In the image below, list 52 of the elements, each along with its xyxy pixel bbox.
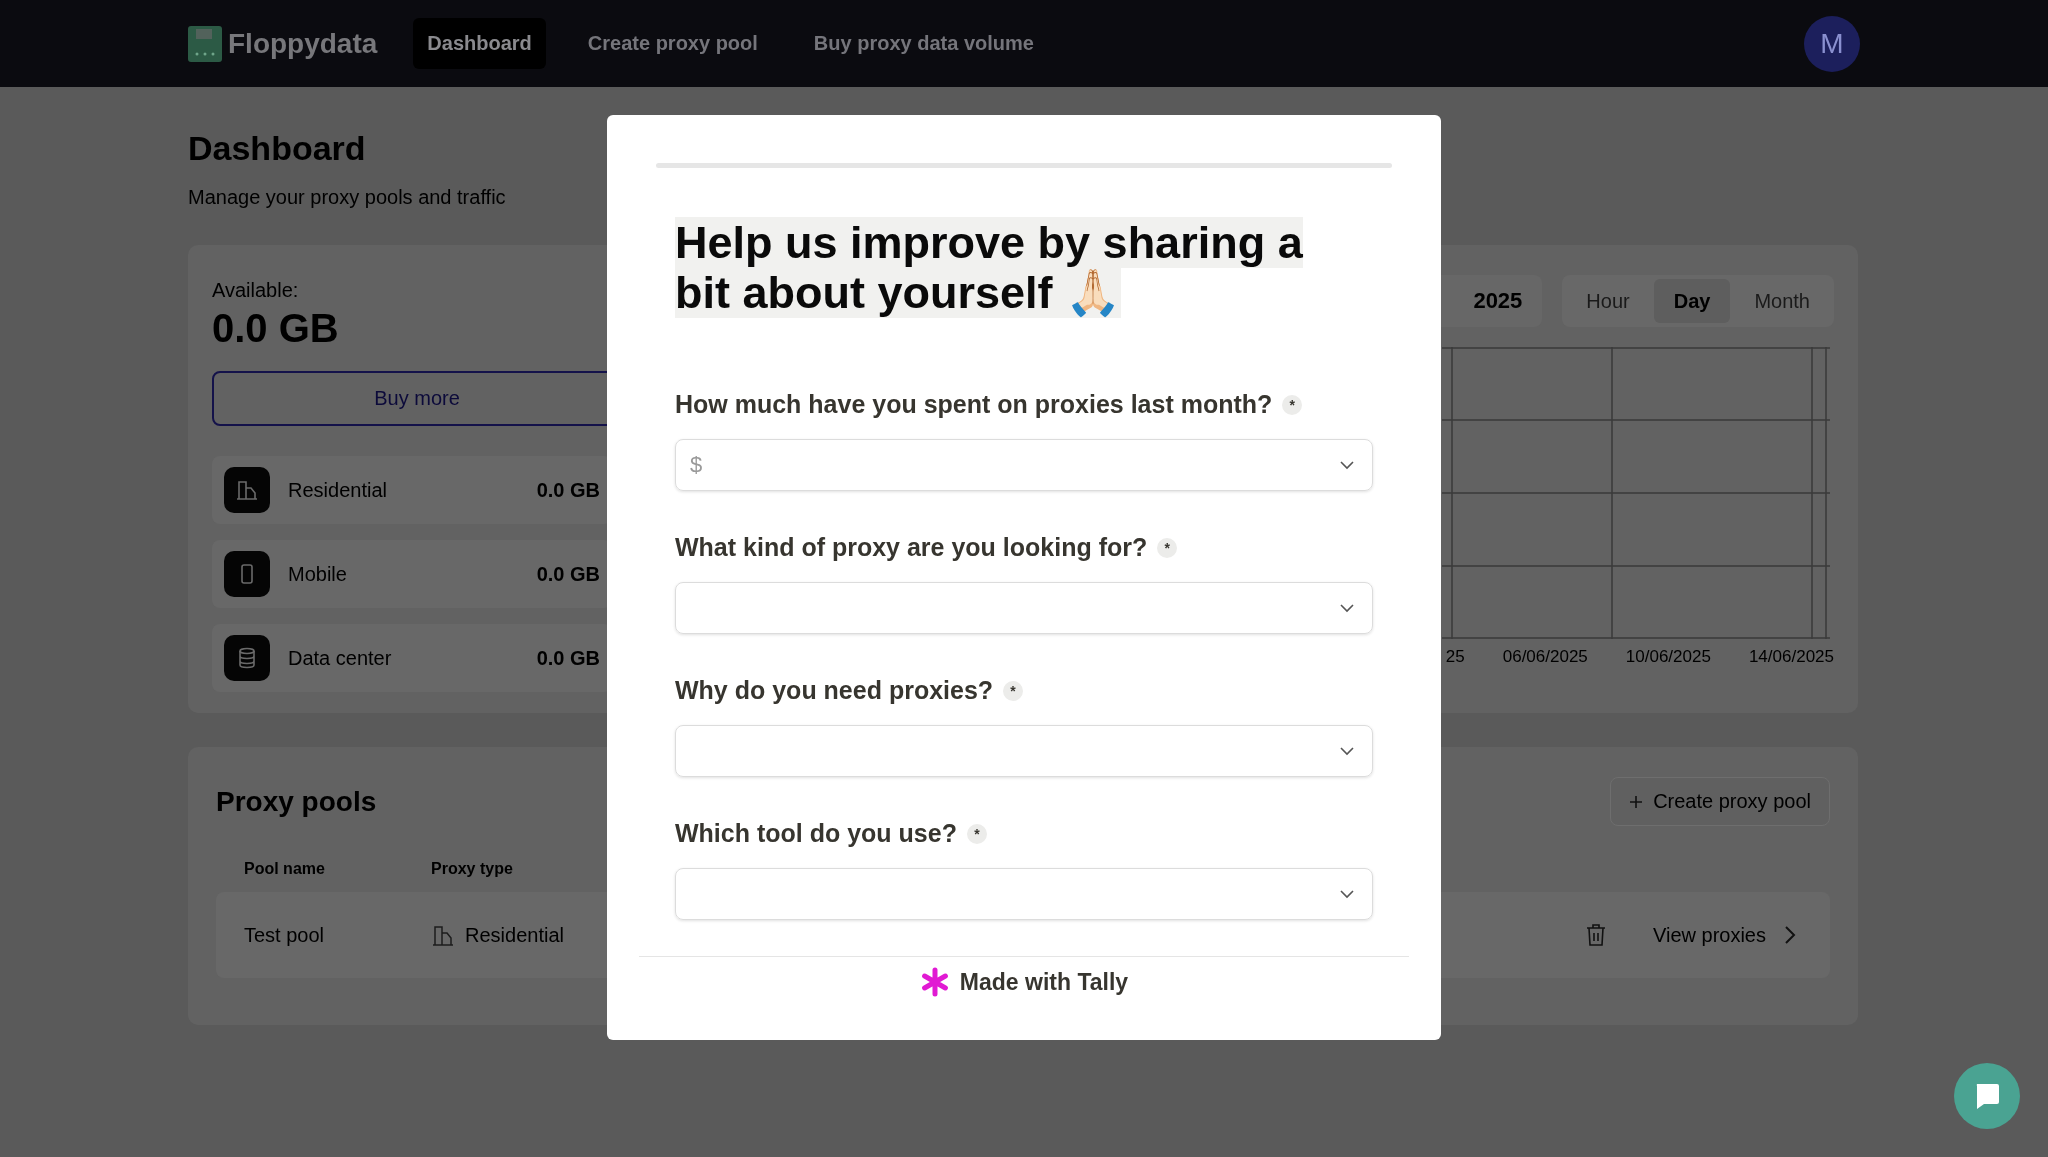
dropdown-field[interactable] bbox=[675, 582, 1373, 634]
required-marker: * bbox=[1282, 394, 1303, 415]
required-marker: * bbox=[1003, 680, 1024, 701]
chevron-down-icon bbox=[1340, 889, 1354, 899]
made-with-tally-link[interactable]: Made with Tally bbox=[959, 968, 1129, 996]
required-marker: * bbox=[1157, 537, 1178, 558]
axis-label: 14/06/2025 bbox=[1748, 647, 1834, 667]
create-proxy-pool-button[interactable]: Create proxy pool bbox=[1610, 777, 1830, 826]
asterisk-logo-icon bbox=[919, 967, 950, 997]
page-subtitle: Manage your proxy pools and traffic bbox=[188, 186, 506, 209]
required-marker: * bbox=[966, 823, 987, 844]
logo-text[interactable]: Floppydata bbox=[228, 27, 378, 60]
page-title: Dashboard bbox=[188, 129, 366, 168]
proxy-type-label: Residential bbox=[465, 923, 564, 947]
pool-name: Test pool bbox=[244, 923, 326, 947]
dropdown-placeholder: $ bbox=[690, 452, 703, 478]
dropdown-field[interactable] bbox=[675, 725, 1373, 777]
chevron-down-icon bbox=[1340, 460, 1354, 470]
period-tab[interactable]: Day bbox=[1653, 279, 1731, 323]
plus-icon bbox=[1629, 794, 1644, 809]
proxy-type-volume: 0.0 GB bbox=[536, 562, 600, 586]
survey-title: Help us improve by sharing a bit about yourself 🙏🏻 bbox=[675, 218, 1304, 318]
axis-label: 06/06/2025 bbox=[1502, 647, 1588, 667]
chevron-down-icon bbox=[1340, 746, 1354, 756]
available-label: Available: bbox=[212, 279, 299, 302]
column-header: Pool name bbox=[244, 860, 326, 878]
nav-link[interactable]: Create proxy pool bbox=[573, 18, 772, 69]
dropdown-field[interactable]: $ bbox=[675, 439, 1373, 491]
question-label: Why do you need proxies? bbox=[675, 676, 994, 705]
user-avatar[interactable]: M bbox=[1804, 15, 1860, 72]
nav-link[interactable]: Buy proxy data volume bbox=[799, 18, 1048, 69]
proxy-type-volume: 0.0 GB bbox=[536, 646, 600, 670]
view-proxies-link[interactable]: View proxies bbox=[1652, 923, 1766, 947]
proxy-type-name: Residential bbox=[288, 478, 388, 502]
period-tab[interactable]: Month bbox=[1734, 279, 1830, 323]
proxy-type-name: Mobile bbox=[288, 562, 348, 586]
proxy-type-volume: 0.0 GB bbox=[536, 478, 600, 502]
proxy-type-name: Data center bbox=[288, 646, 393, 670]
trash-icon[interactable] bbox=[1584, 923, 1607, 947]
section-title: Proxy pools bbox=[216, 785, 377, 818]
column-header: Proxy type bbox=[431, 860, 514, 878]
available-value: 0.0 GB bbox=[212, 306, 339, 351]
axis-label: 25 bbox=[1445, 647, 1465, 667]
chevron-down-icon bbox=[1340, 603, 1354, 613]
chevron-right-icon[interactable] bbox=[1784, 925, 1796, 945]
question-label: What kind of proxy are you looking for? bbox=[675, 533, 1148, 562]
axis-label: 10/06/2025 bbox=[1625, 647, 1711, 667]
dropdown-field[interactable] bbox=[675, 868, 1373, 920]
question-label: Which tool do you use? bbox=[675, 819, 957, 848]
question-label: How much have you spent on proxies last month? bbox=[675, 390, 1273, 419]
period-tab[interactable]: Hour bbox=[1566, 279, 1650, 323]
nav-link[interactable]: Dashboard bbox=[413, 18, 546, 69]
